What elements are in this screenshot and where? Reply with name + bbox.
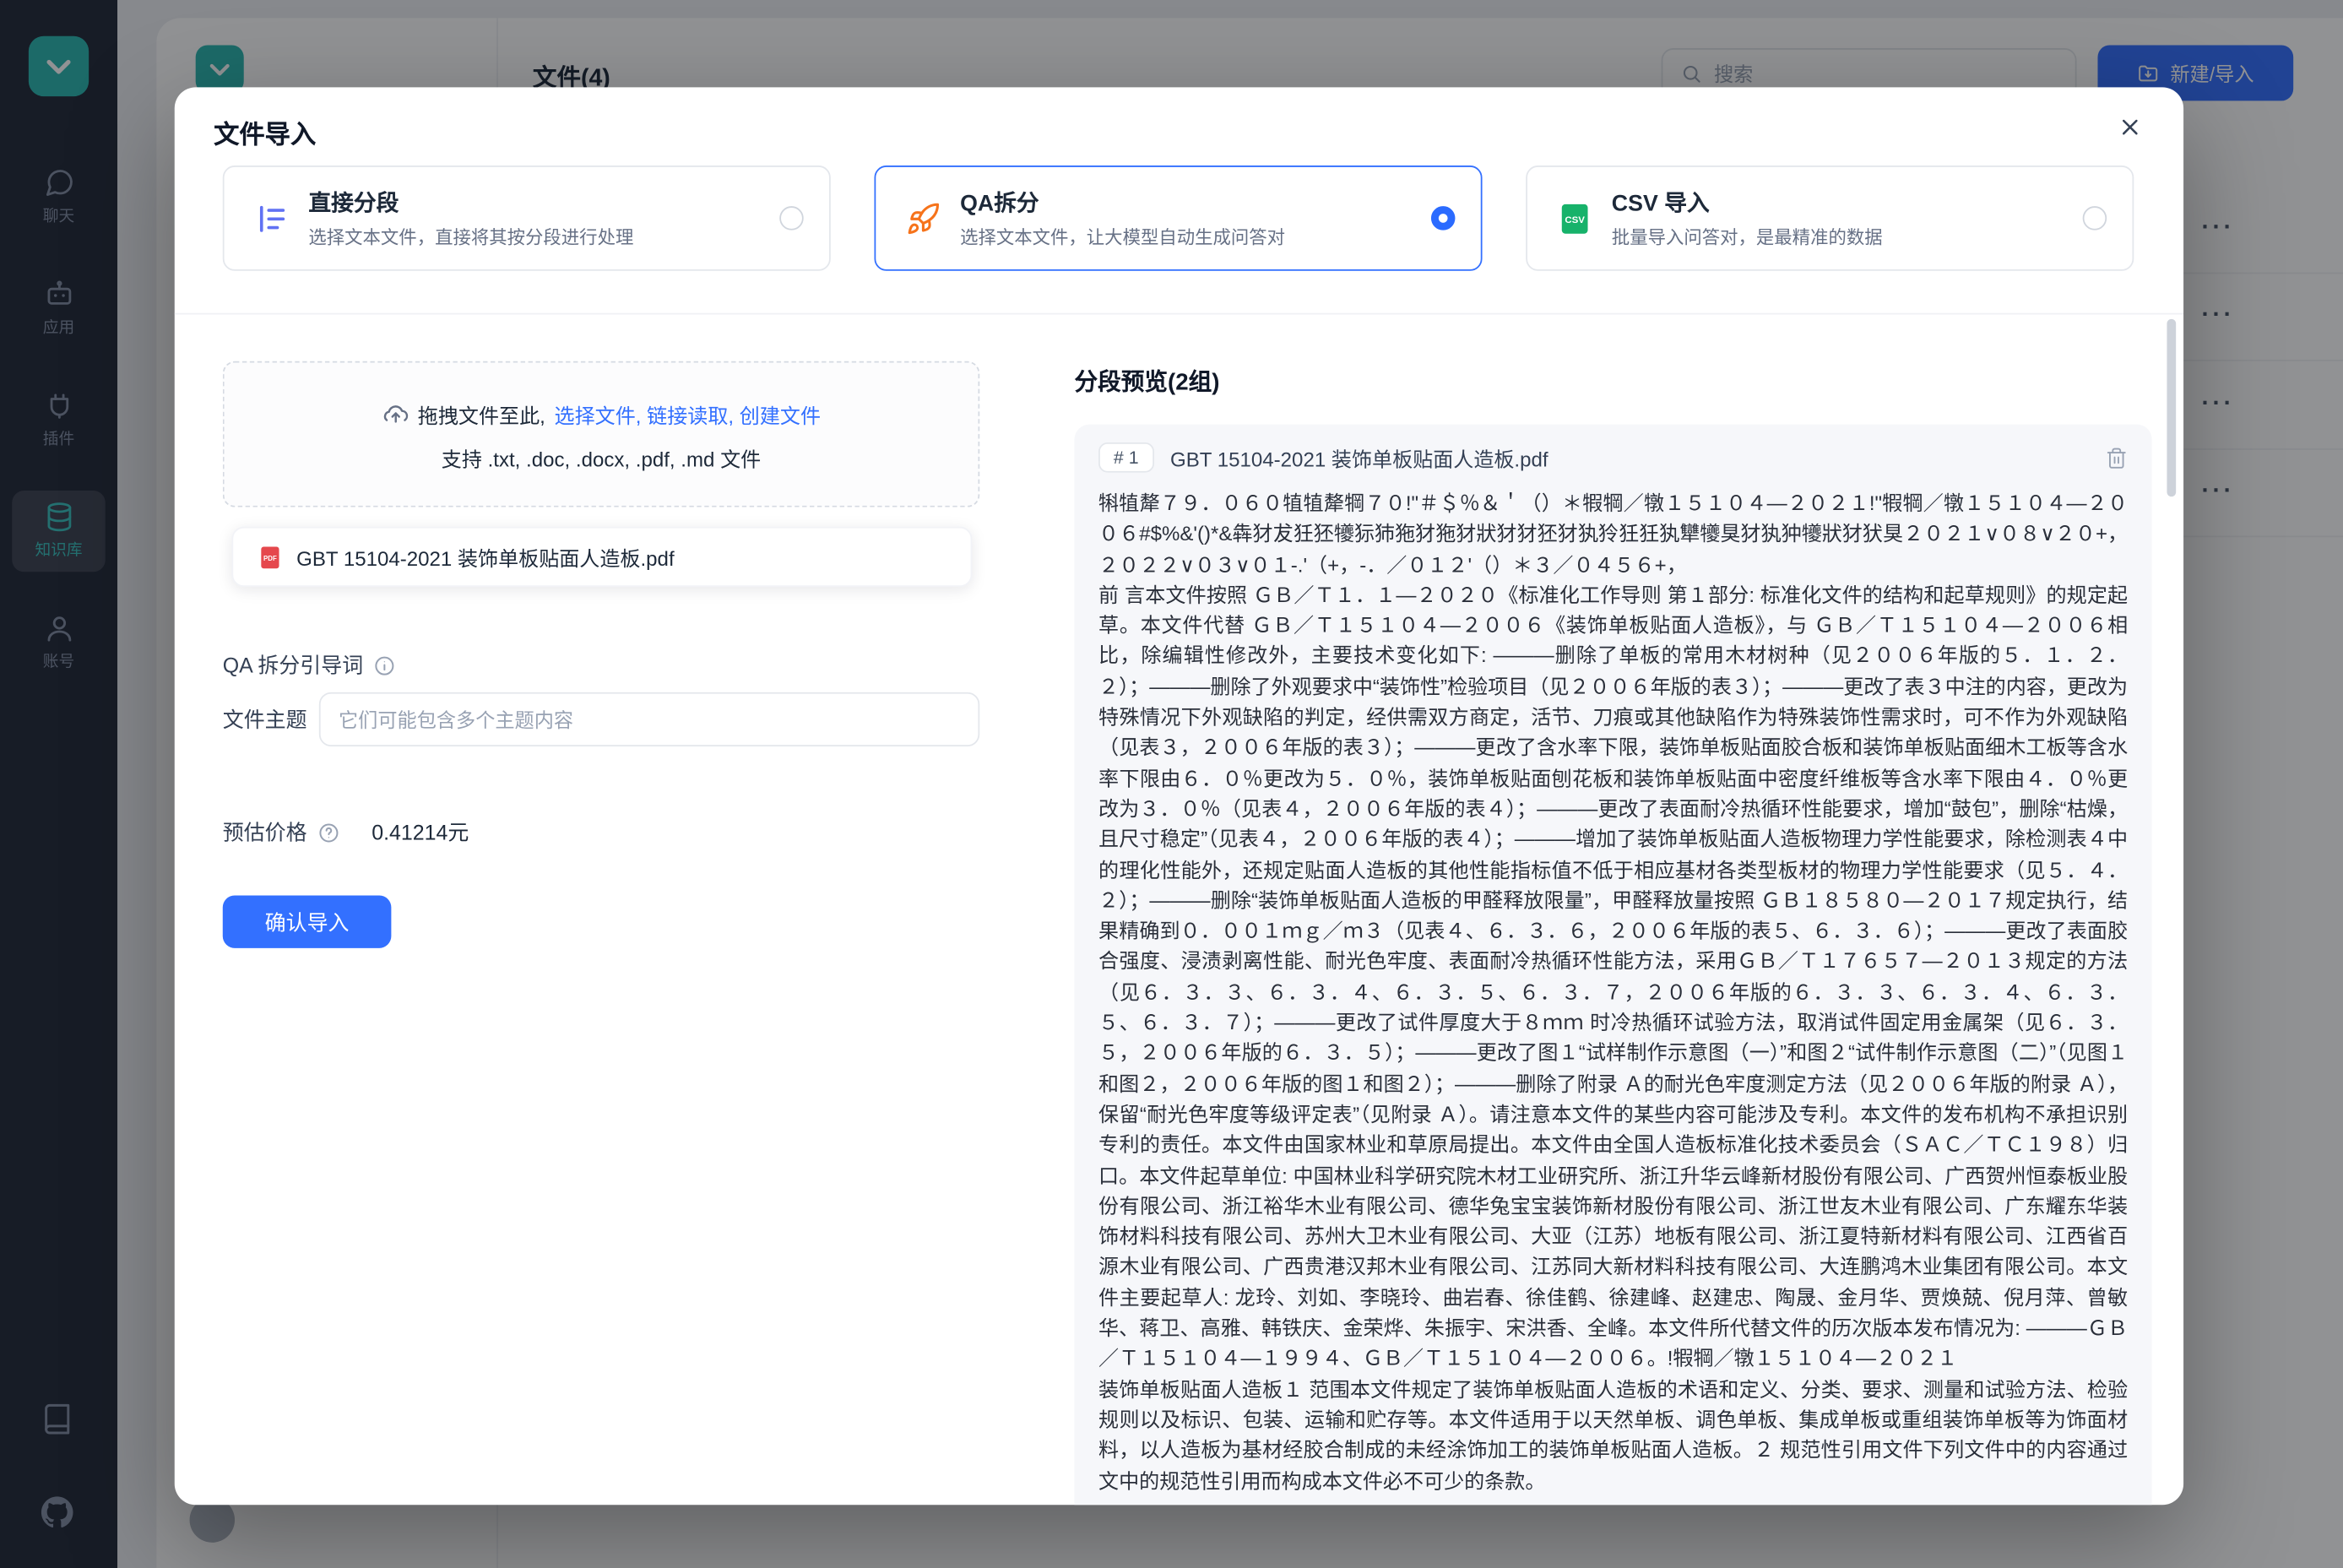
segment-icon: [254, 201, 289, 236]
preview-heading: 分段预览(2组): [1075, 364, 1220, 397]
screen: 聊天 应用 插件 知识库 账号: [0, 0, 2343, 1568]
cloud-upload-icon: [382, 400, 409, 427]
scrollbar-thumb[interactable]: [2167, 319, 2176, 496]
chunk-index-badge: # 1: [1098, 442, 1153, 473]
question-circle-icon[interactable]: [317, 821, 340, 844]
confirm-import-button[interactable]: 确认导入: [223, 895, 392, 947]
file-select-links[interactable]: 选择文件, 链接读取, 创建文件: [555, 399, 821, 429]
topic-label: 文件主题: [223, 704, 319, 735]
rocket-icon: [906, 201, 941, 236]
info-circle-icon[interactable]: [374, 654, 397, 676]
svg-text:PDF: PDF: [263, 554, 277, 562]
radio-unselected[interactable]: [779, 206, 804, 231]
option-qa-split[interactable]: QA拆分 选择文本文件，让大模型自动生成问答对: [874, 165, 1482, 271]
file-drop-zone[interactable]: 拖拽文件至此, 选择文件, 链接读取, 创建文件 支持 .txt, .doc, …: [223, 361, 979, 507]
uploaded-file-name: GBT 15104-2021 装饰单板贴面人造板.pdf: [296, 542, 675, 572]
option-title: 直接分段: [308, 187, 633, 218]
preview-chunk-card: # 1 GBT 15104-2021 装饰单板贴面人造板.pdf 犐犆犛７９．０…: [1075, 425, 2152, 1506]
topic-input[interactable]: [319, 692, 979, 746]
price-label: 预估价格: [223, 817, 307, 848]
close-button[interactable]: [2108, 106, 2150, 148]
option-title: CSV 导入: [1612, 187, 1883, 218]
option-csv-import[interactable]: CSV CSV 导入 批量导入问答对，是最精准的数据: [1526, 165, 2134, 271]
radio-unselected[interactable]: [2083, 206, 2107, 231]
price-value: 0.41214元: [372, 817, 469, 848]
csv-file-icon: CSV: [1558, 201, 1592, 236]
drop-text: 拖拽文件至此,: [418, 399, 545, 429]
chunk-file-title: GBT 15104-2021 装饰单板贴面人造板.pdf: [1170, 442, 2089, 473]
import-mode-options: 直接分段 选择文本文件，直接将其按分段进行处理 QA拆分 选择文本文件，让大模型…: [223, 165, 2134, 271]
topic-row: 文件主题: [223, 692, 979, 746]
close-icon: [2117, 114, 2142, 139]
trash-icon[interactable]: [2105, 446, 2128, 469]
option-desc: 选择文本文件，让大模型自动生成问答对: [960, 225, 1285, 250]
qa-prompt-label: QA 拆分引导词: [223, 650, 363, 681]
pdf-file-icon: PDF: [258, 544, 283, 569]
chunk-text: 犐犆犛７９．０６０犆犆犛犅７０!"＃＄％＆＇（）＊犌犅／犜１５１０４—２０２１!…: [1098, 489, 2128, 1497]
uploaded-file-item[interactable]: PDF GBT 15104-2021 装饰单板贴面人造板.pdf: [231, 527, 972, 587]
option-direct-segment[interactable]: 直接分段 选择文本文件，直接将其按分段进行处理: [223, 165, 831, 271]
file-import-modal: 文件导入 直接分段 选择文本文件，直接将其按分段进行处理: [175, 87, 2183, 1505]
option-desc: 选择文本文件，直接将其按分段进行处理: [308, 225, 633, 250]
option-desc: 批量导入问答对，是最精准的数据: [1612, 225, 1883, 250]
svg-text:CSV: CSV: [1565, 214, 1585, 225]
option-title: QA拆分: [960, 187, 1285, 218]
radio-selected[interactable]: [1431, 206, 1456, 231]
qa-prompt-row: QA 拆分引导词: [223, 650, 397, 681]
modal-title: 文件导入: [214, 113, 316, 151]
price-row: 预估价格 0.41214元: [223, 817, 469, 848]
modal-divider: [175, 313, 2183, 315]
supported-formats: 支持 .txt, .doc, .docx, .pdf, .md 文件: [225, 442, 979, 473]
